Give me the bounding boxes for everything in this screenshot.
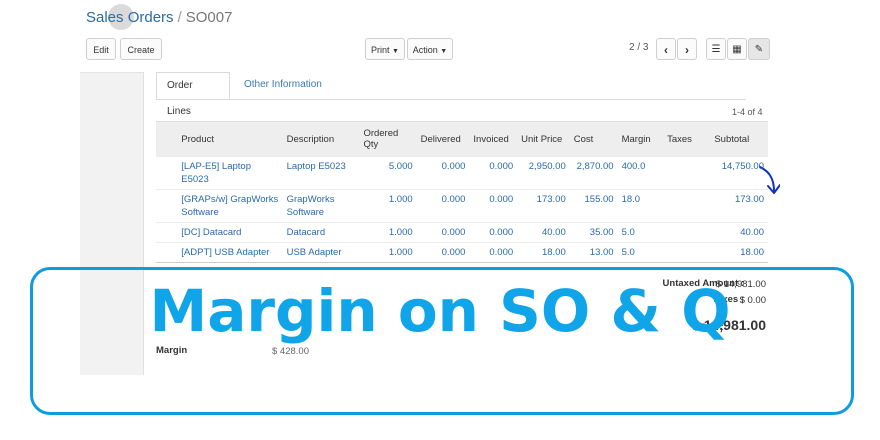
cell-qty: 1.000 bbox=[359, 189, 417, 223]
pager-previous-button[interactable]: ‹ bbox=[656, 38, 676, 60]
breadcrumb-separator: / bbox=[177, 9, 182, 26]
cell-taxes bbox=[663, 156, 711, 190]
cell-margin: 400.0 bbox=[617, 156, 664, 190]
column-header-subtotal[interactable]: Subtotal bbox=[710, 121, 768, 157]
edit-button[interactable]: Edit bbox=[86, 38, 116, 60]
cell-invoiced: 0.000 bbox=[469, 156, 518, 190]
table-row[interactable]: [LAP-E5] Laptop E5023 Laptop E5023 5.000… bbox=[156, 156, 768, 190]
row-handle bbox=[156, 156, 178, 190]
cell-margin: 18.0 bbox=[617, 189, 664, 223]
notebook-tabs: Order Lines Other Information bbox=[156, 72, 746, 117]
column-header-invoiced[interactable]: Invoiced bbox=[469, 121, 518, 157]
cell-unit-price: 18.00 bbox=[517, 242, 570, 262]
cell-unit-price: 2,950.00 bbox=[517, 156, 570, 190]
cell-invoiced: 0.000 bbox=[469, 189, 518, 223]
cell-subtotal: 173.00 bbox=[710, 189, 768, 223]
print-label: Print bbox=[371, 45, 390, 55]
breadcrumb-sales-orders[interactable]: Sales Orders bbox=[86, 9, 174, 26]
column-header-taxes[interactable]: Taxes bbox=[663, 121, 711, 157]
cell-product: [DC] Datacard bbox=[177, 222, 283, 243]
column-header-description[interactable]: Description bbox=[282, 121, 360, 157]
cell-product: [LAP-E5] Laptop E5023 bbox=[177, 156, 283, 190]
cell-description: GrapWorks Software bbox=[282, 189, 360, 223]
kanban-view-button[interactable]: ▦ bbox=[727, 38, 747, 60]
list-view-button[interactable]: ☰ bbox=[706, 38, 726, 60]
cell-invoiced: 0.000 bbox=[469, 242, 518, 262]
cell-taxes bbox=[663, 189, 711, 223]
cell-cost: 2,870.00 bbox=[569, 156, 618, 190]
column-header-delivered[interactable]: Delivered bbox=[416, 121, 470, 157]
cell-qty: 1.000 bbox=[359, 222, 417, 243]
tab-order-lines[interactable]: Order Lines bbox=[156, 72, 230, 117]
caret-down-icon: ▼ bbox=[392, 48, 399, 55]
cell-margin: 5.0 bbox=[617, 222, 664, 243]
column-header-cost[interactable]: Cost bbox=[569, 121, 618, 157]
grid-icon: ▦ bbox=[732, 44, 742, 55]
action-button[interactable]: Action ▼ bbox=[407, 38, 453, 60]
table-row[interactable]: [GRAPs/w] GrapWorks Software GrapWorks S… bbox=[156, 189, 768, 223]
cell-taxes bbox=[663, 222, 711, 243]
breadcrumb-current: SO007 bbox=[185, 9, 233, 26]
row-handle bbox=[156, 222, 178, 243]
cell-description: Datacard bbox=[282, 222, 360, 243]
breadcrumb: Sales Orders / SO007 bbox=[86, 9, 232, 26]
cell-subtotal: 40.00 bbox=[710, 222, 768, 243]
cell-margin: 5.0 bbox=[617, 242, 664, 262]
cell-unit-price: 173.00 bbox=[517, 189, 570, 223]
column-header-ordered-qty[interactable]: Ordered Qty bbox=[359, 121, 417, 157]
caret-down-icon: ▼ bbox=[440, 48, 448, 55]
cell-delivered: 0.000 bbox=[416, 156, 470, 190]
table-row[interactable]: [ADPT] USB Adapter USB Adapter 1.000 0.0… bbox=[156, 242, 768, 262]
cell-invoiced: 0.000 bbox=[469, 222, 518, 243]
cell-delivered: 0.000 bbox=[416, 189, 470, 223]
cell-subtotal: 14,750.00 bbox=[710, 156, 768, 190]
pager-next-button[interactable]: › bbox=[677, 38, 697, 60]
record-count: 1-4 of 4 bbox=[732, 107, 763, 117]
cell-taxes bbox=[663, 242, 711, 262]
cell-description: Laptop E5023 bbox=[282, 156, 360, 190]
chevron-left-icon: ‹ bbox=[664, 43, 668, 57]
edit-form-icon: ✎ bbox=[754, 44, 764, 55]
tab-other-information[interactable]: Other Information bbox=[234, 72, 332, 99]
action-label: Action bbox=[412, 45, 438, 55]
row-handle bbox=[156, 189, 178, 223]
cell-unit-price: 40.00 bbox=[517, 222, 570, 243]
cell-delivered: 0.000 bbox=[416, 242, 470, 262]
pager-value: 2 / 3 bbox=[629, 42, 649, 53]
handle-column-header bbox=[156, 121, 178, 157]
cell-product: [GRAPs/w] GrapWorks Software bbox=[177, 189, 283, 223]
cell-cost: 155.00 bbox=[569, 189, 618, 223]
cell-subtotal: 18.00 bbox=[710, 242, 768, 262]
cell-qty: 5.000 bbox=[359, 156, 417, 190]
chevron-right-icon: › bbox=[685, 43, 689, 57]
cell-qty: 1.000 bbox=[359, 242, 417, 262]
cell-cost: 35.00 bbox=[569, 222, 618, 243]
column-header-unit-price[interactable]: Unit Price bbox=[517, 121, 570, 157]
row-handle bbox=[156, 242, 178, 262]
create-button[interactable]: Create bbox=[120, 38, 162, 60]
table-header-row: Product Description Ordered Qty Delivere… bbox=[156, 121, 768, 157]
column-header-product[interactable]: Product bbox=[177, 121, 283, 157]
table-row[interactable]: [DC] Datacard Datacard 1.000 0.000 0.000… bbox=[156, 222, 768, 243]
cell-cost: 13.00 bbox=[569, 242, 618, 262]
column-header-margin[interactable]: Margin bbox=[617, 121, 664, 157]
cell-delivered: 0.000 bbox=[416, 222, 470, 243]
overlay-title: Margin on SO & Q bbox=[149, 277, 731, 345]
cell-product: [ADPT] USB Adapter bbox=[177, 242, 283, 262]
order-lines-table: Product Description Ordered Qty Delivere… bbox=[156, 121, 768, 262]
print-button[interactable]: Print ▼ bbox=[365, 38, 405, 60]
form-view-button[interactable]: ✎ bbox=[748, 38, 770, 60]
cell-description: USB Adapter bbox=[282, 242, 360, 262]
list-icon: ☰ bbox=[711, 44, 721, 55]
control-panel: Sales Orders / SO007 Edit Create Print ▼ A… bbox=[80, 0, 780, 73]
totals-divider bbox=[156, 262, 768, 263]
